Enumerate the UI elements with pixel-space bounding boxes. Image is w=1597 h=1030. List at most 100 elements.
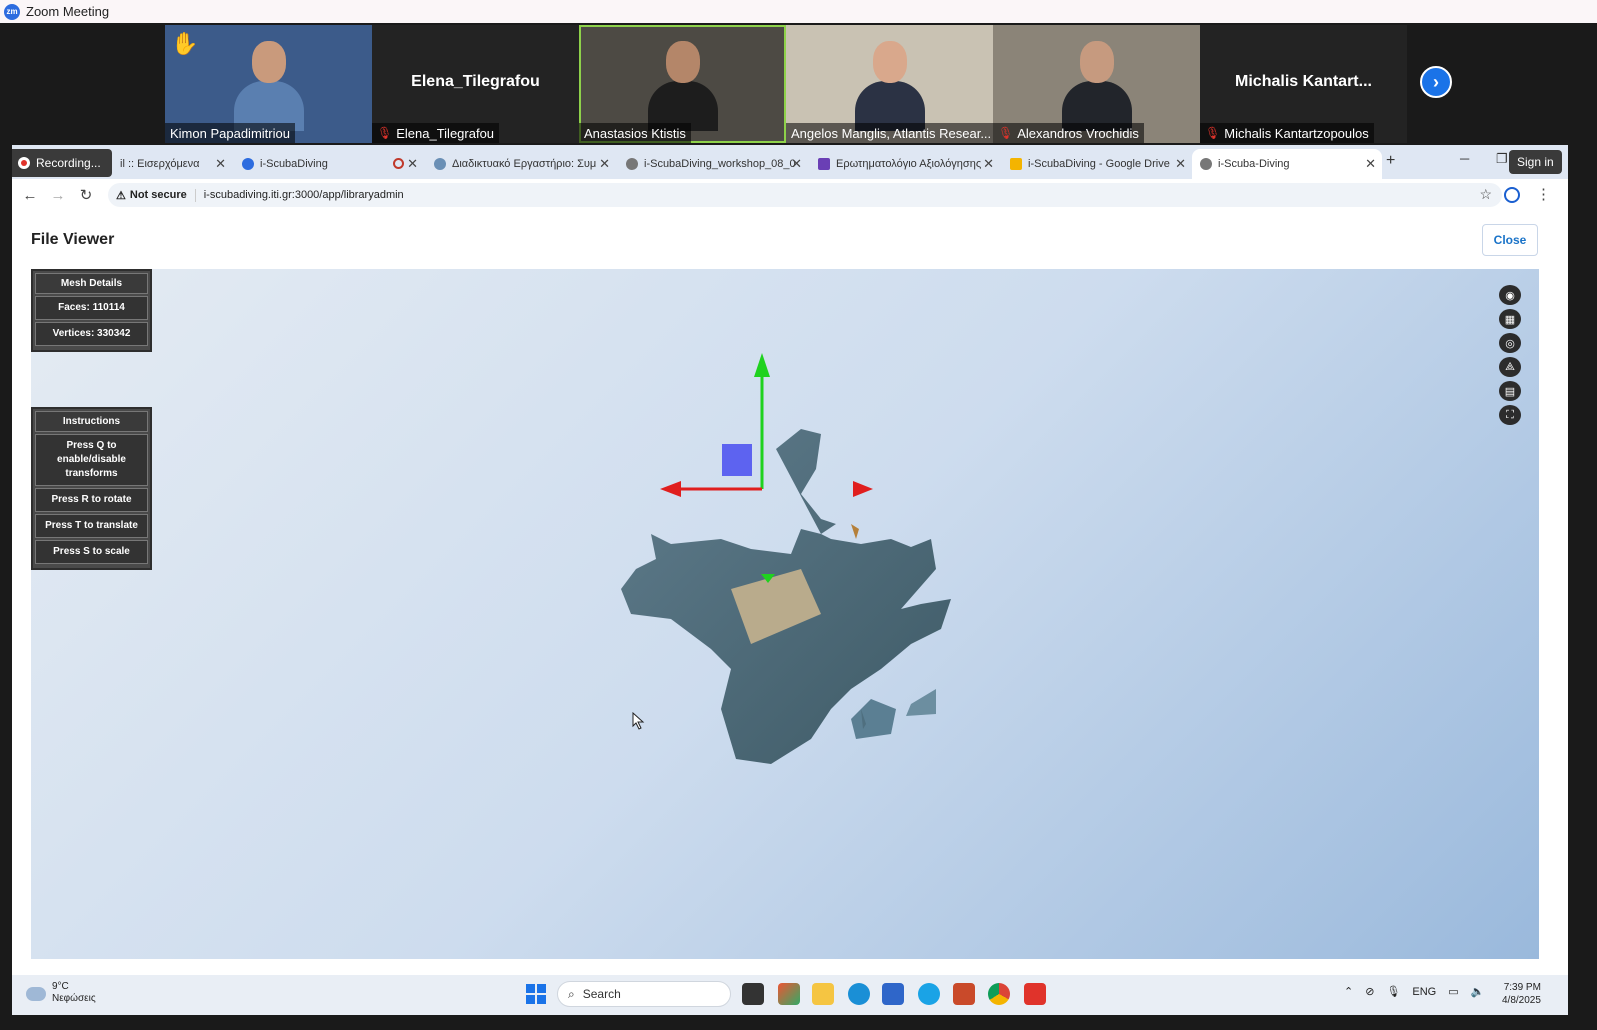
- x-axis-arrow-left-icon[interactable]: [660, 481, 681, 497]
- network-off-icon[interactable]: ⊘: [1365, 985, 1374, 998]
- language-indicator[interactable]: ENG: [1412, 986, 1436, 998]
- display-icon[interactable]: ▭: [1448, 985, 1458, 998]
- vertices-count: Vertices: 330342: [35, 322, 148, 346]
- file-explorer-icon[interactable]: [812, 983, 834, 1005]
- microsoft-store-icon[interactable]: [882, 983, 904, 1005]
- new-tab-button[interactable]: +: [1386, 152, 1395, 170]
- participant-name: Anastasios Ktistis: [579, 123, 691, 143]
- browser-tab[interactable]: il :: Εισερχόμενα ✕: [112, 149, 232, 179]
- anydesk-icon[interactable]: [1024, 983, 1046, 1005]
- edge-browser-icon[interactable]: [848, 983, 870, 1005]
- system-tray: ⌃ ⊘ 🎙 ENG ▭ 🔈: [1344, 985, 1485, 999]
- close-tab-icon[interactable]: ✕: [407, 156, 418, 172]
- taskbar-clock[interactable]: 7:39 PM 4/8/2025: [1502, 981, 1541, 1007]
- mic-muted-icon: 🎙: [998, 126, 1014, 140]
- skype-icon[interactable]: [918, 983, 940, 1005]
- x-axis-arrow-right-icon[interactable]: [853, 481, 873, 497]
- participant-strip: ✋ Kimon Papadimitriou Elena_Tilegrafou 🎙…: [0, 23, 1597, 145]
- recording-indicator[interactable]: Recording...: [12, 149, 112, 177]
- microphone-icon[interactable]: 🎙: [1386, 985, 1400, 998]
- close-tab-icon[interactable]: ✕: [791, 156, 802, 172]
- table-icon[interactable]: ▤: [1499, 381, 1521, 401]
- address-bar: ← → ↻ ⚠ Not secure i-scubadiving.iti.gr:3…: [12, 179, 1568, 211]
- bookmark-star-icon[interactable]: ☆: [1479, 186, 1492, 203]
- profile-icon[interactable]: [1504, 187, 1520, 203]
- next-participants-button[interactable]: ›: [1420, 66, 1452, 98]
- weather-temp: 9°C: [52, 981, 69, 992]
- browser-tab[interactable]: Ερωτηματολόγιο Αξιολόγησης ✕: [810, 149, 1000, 179]
- tab-label: i-ScubaDiving - Google Drive: [1028, 158, 1170, 170]
- tab-label: i-ScubaDiving: [260, 158, 328, 170]
- seafloor-mesh: [621, 429, 951, 764]
- viewer-toolbar: ◉ ▦ ◎ ⟁ ▤ ⛶: [1499, 285, 1521, 425]
- tab-label: Ερωτηματολόγιο Αξιολόγησης: [836, 158, 982, 170]
- fullscreen-icon[interactable]: ⛶: [1499, 405, 1521, 425]
- url-field[interactable]: ⚠ Not secure i-scubadiving.iti.gr:3000/ap…: [108, 183, 1502, 207]
- mesh-details-panel: Mesh Details Faces: 110114 Vertices: 330…: [31, 269, 152, 352]
- participant-name: Kimon Papadimitriou: [165, 123, 295, 143]
- target-icon[interactable]: ◎: [1499, 333, 1521, 353]
- restore-button[interactable]: ❐: [1496, 151, 1508, 167]
- faces-count: Faces: 110114: [35, 296, 148, 320]
- participant-tile[interactable]: 🎙 Alexandros Vrochidis: [993, 25, 1200, 143]
- participant-tile[interactable]: Michalis Kantart... 🎙 Michalis Kantartzop…: [1200, 25, 1407, 143]
- axes-icon[interactable]: ⟁: [1499, 357, 1521, 377]
- browser-tab[interactable]: Διαδικτυακό Εργαστήριο: Συμ ✕: [426, 149, 616, 179]
- back-icon[interactable]: ←: [16, 187, 44, 204]
- weather-widget[interactable]: 9°C Νεφώσεις: [26, 981, 96, 1005]
- forward-icon[interactable]: →: [44, 187, 72, 204]
- close-tab-icon[interactable]: ✕: [1175, 156, 1186, 172]
- forms-icon: [818, 158, 830, 170]
- taskbar-search[interactable]: ⌕ Search: [557, 981, 731, 1007]
- browser-tab-bar: Recording... il :: Εισερχόμενα ✕ i-ScubaD…: [12, 145, 1568, 179]
- minimize-button[interactable]: ─: [1460, 151, 1469, 166]
- chrome-icon[interactable]: [988, 983, 1010, 1005]
- browser-tab-active[interactable]: i-Scuba-Diving ✕: [1192, 149, 1382, 179]
- close-tab-icon[interactable]: ✕: [1365, 156, 1376, 172]
- chevron-up-icon[interactable]: ⌃: [1344, 985, 1353, 998]
- z-plane-handle[interactable]: [722, 444, 752, 476]
- participant-name: 🎙 Michalis Kantartzopoulos: [1200, 123, 1374, 143]
- 3d-viewer-canvas[interactable]: Mesh Details Faces: 110114 Vertices: 330…: [31, 269, 1539, 959]
- security-indicator[interactable]: ⚠ Not secure: [108, 188, 196, 202]
- task-view-icon[interactable]: [742, 983, 764, 1005]
- close-tab-icon[interactable]: ✕: [599, 156, 610, 172]
- zoom-logo-icon: zm: [4, 3, 20, 20]
- participant-big-name: Elena_Tilegrafou: [411, 73, 540, 90]
- recording-label: Recording...: [36, 156, 101, 170]
- participant-video: [233, 33, 304, 131]
- browser-menu-icon[interactable]: ⋮: [1536, 185, 1551, 203]
- powerpoint-icon[interactable]: [953, 983, 975, 1005]
- browser-tab[interactable]: i-ScubaDiving_workshop_08_0 ✕: [618, 149, 808, 179]
- participant-video: [647, 33, 718, 131]
- instructions-panel: Instructions Press Q to enable/disable t…: [31, 407, 152, 570]
- shared-screen: Recording... il :: Εισερχόμενα ✕ i-ScubaD…: [12, 145, 1568, 975]
- browser-tab[interactable]: i-ScubaDiving - Google Drive ✕: [1002, 149, 1192, 179]
- eye-icon[interactable]: ◉: [1499, 285, 1521, 305]
- share-border-left: [0, 145, 12, 1030]
- 3d-scene[interactable]: [31, 269, 1539, 959]
- browser-tab[interactable]: i-ScubaDiving ✕: [234, 149, 424, 179]
- windows-taskbar: 9°C Νεφώσεις ⌕ Search ⌃ ⊘ 🎙 ENG ▭ 🔈 7:39 …: [12, 975, 1568, 1015]
- participant-tile-active-speaker[interactable]: Anastasios Ktistis: [579, 25, 786, 143]
- sign-in-button[interactable]: Sign in: [1509, 150, 1562, 174]
- close-button[interactable]: Close: [1482, 224, 1538, 256]
- participant-tile[interactable]: ✋ Kimon Papadimitriou: [165, 25, 372, 143]
- participant-tile[interactable]: Angelos Manglis, Atlantis Resear...: [786, 25, 993, 143]
- windows-start-icon[interactable]: [526, 984, 546, 1004]
- volume-icon[interactable]: 🔈: [1471, 985, 1485, 998]
- news-app-icon[interactable]: [778, 983, 800, 1005]
- y-axis-arrow-icon[interactable]: [754, 353, 770, 377]
- site-tab-icon: [434, 158, 446, 170]
- close-tab-icon[interactable]: ✕: [215, 156, 226, 172]
- not-secure-label: Not secure: [129, 189, 187, 201]
- reload-icon[interactable]: ↻: [72, 186, 100, 204]
- tab-label: Διαδικτυακό Εργαστήριο: Συμ: [452, 158, 597, 170]
- close-tab-icon[interactable]: ✕: [983, 156, 994, 172]
- google-drive-icon: [1010, 158, 1022, 170]
- grid-icon[interactable]: ▦: [1499, 309, 1521, 329]
- instruction-item: Press T to translate: [35, 514, 148, 538]
- clock-time: 7:39 PM: [1503, 982, 1541, 993]
- page-title: File Viewer: [31, 231, 115, 248]
- participant-tile[interactable]: Elena_Tilegrafou 🎙 Elena_Tilegrafou: [372, 25, 579, 143]
